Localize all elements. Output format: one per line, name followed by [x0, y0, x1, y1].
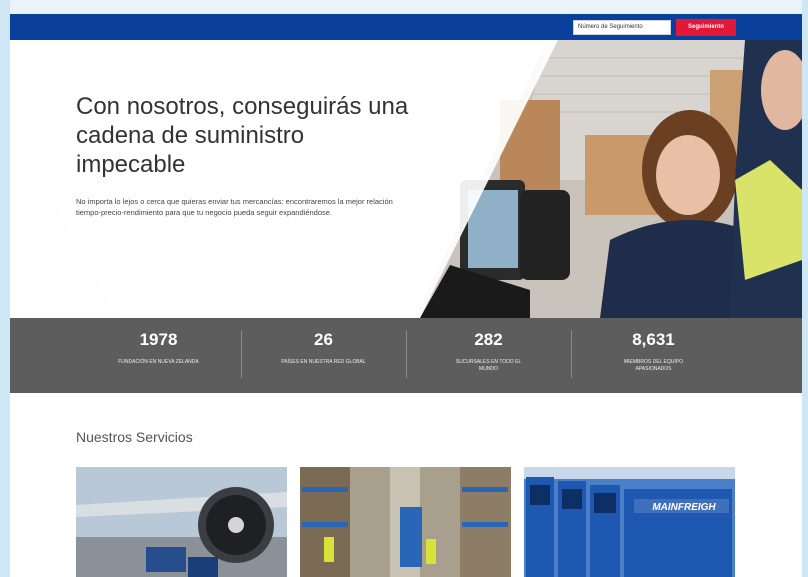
hero-section: Con nosotros, conseguirás una cadena de …	[10, 40, 802, 318]
stat-label: Países en nuestra red global	[281, 359, 366, 365]
stat-branches: 282 Sucursales en todo el mundo	[406, 318, 571, 393]
service-card-road-freight[interactable]: MAINFREIGH	[524, 467, 735, 577]
hero-title: Con nosotros, conseguirás una cadena de …	[76, 93, 409, 178]
stat-value: 282	[474, 330, 503, 349]
service-card-air-freight[interactable]	[76, 467, 287, 577]
tracking-button[interactable]: Seguimiento	[676, 19, 736, 36]
service-card-warehousing[interactable]	[300, 467, 511, 577]
services-section: Nuestros Servicios MAINFREIGH	[10, 393, 802, 577]
browser-top-strip	[10, 0, 802, 14]
truck-logo-text: MAINFREIGH	[652, 502, 716, 513]
stat-value: 26	[314, 330, 333, 349]
stat-label: Sucursales en todo el mundo	[455, 359, 522, 372]
stat-label: Fundación en Nueva Zelanda	[118, 359, 199, 365]
warehouse-image	[300, 467, 511, 577]
top-bar: Número de Seguimiento Seguimiento	[10, 14, 802, 40]
air-freight-image	[76, 467, 287, 577]
stat-label: Miembros del equipo apasionados	[624, 359, 683, 372]
hero-subtitle: No importa lo lejos o cerca que quieras …	[76, 197, 393, 217]
stat-team-members: 8,631 Miembros del equipo apasionados	[571, 318, 736, 393]
stat-value: 1978	[139, 330, 178, 349]
services-title: Nuestros Servicios	[76, 429, 193, 445]
hero-photo-warehouse-worker	[10, 40, 802, 318]
tracking-number-input[interactable]: Número de Seguimiento	[573, 20, 671, 35]
stat-countries: 26 Países en nuestra red global	[241, 318, 406, 393]
stat-value: 8,631	[632, 330, 675, 349]
page-frame: Número de Seguimiento Seguimiento Con no…	[10, 0, 802, 577]
trucks-image: MAINFREIGH	[524, 467, 735, 577]
stat-founded: 1978 Fundación en Nueva Zelanda	[76, 318, 241, 393]
stats-bar: 1978 Fundación en Nueva Zelanda 26 Paíse…	[10, 318, 802, 393]
